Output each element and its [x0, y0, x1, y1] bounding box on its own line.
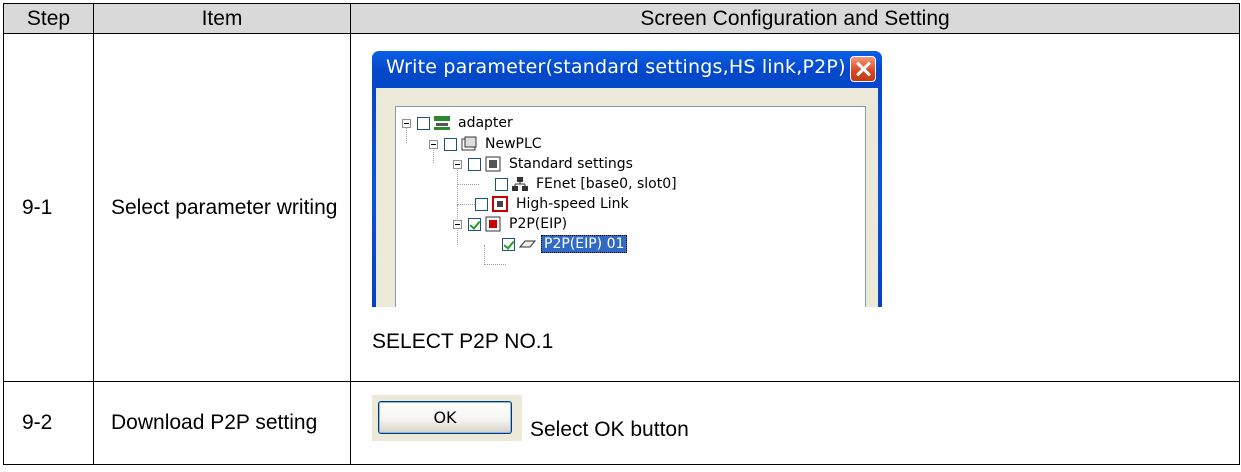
procedure-table: Step Item Screen Configuration and Setti…: [3, 3, 1240, 465]
checkbox-newplc[interactable]: [444, 137, 457, 151]
close-icon[interactable]: [850, 56, 876, 82]
table-row: 9-2 Download P2P setting OK Select OK bu…: [3, 381, 1240, 465]
checkbox-p2p-eip[interactable]: [468, 217, 481, 231]
tree-label: FEnet [base0, slot0]: [536, 176, 677, 192]
tree-node-p2p-eip[interactable]: P2P(EIP): [453, 214, 569, 234]
screen-cell: Write parameter(standard settings,HS lin…: [350, 33, 1240, 382]
header-row: Step Item Screen Configuration and Setti…: [3, 3, 1240, 34]
dialog-body: adapter NewPLC Standard settings FEnet […: [376, 88, 878, 307]
collapse-icon[interactable]: [402, 118, 411, 128]
tree-label: High-speed Link: [516, 196, 629, 212]
item-cell: Select parameter writing: [93, 33, 351, 382]
fenet-icon: [511, 176, 529, 192]
tree-label-selected: P2P(EIP) 01: [541, 235, 628, 253]
tree-node-high-speed-link[interactable]: High-speed Link: [475, 194, 631, 214]
tree-label: NewPLC: [485, 136, 542, 152]
write-parameter-dialog: Write parameter(standard settings,HS lin…: [372, 51, 882, 307]
plc-icon: [460, 136, 478, 152]
hs-link-icon: [491, 196, 509, 212]
checkbox-standard-settings[interactable]: [468, 157, 481, 171]
ok-caption: Select OK button: [530, 418, 689, 441]
header-step: Step: [3, 3, 94, 34]
checkbox-adapter[interactable]: [417, 116, 430, 130]
network-icon: [433, 115, 451, 131]
tree-label: Standard settings: [509, 156, 633, 172]
tree-node-standard-settings[interactable]: Standard settings: [453, 154, 635, 174]
dialog-title: Write parameter(standard settings,HS lin…: [386, 56, 846, 78]
step-cell: 9-1: [3, 33, 94, 382]
tree-node-p2p-eip-01[interactable]: P2P(EIP) 01: [502, 234, 628, 254]
table-row: 9-1 Select parameter writing Write param…: [3, 33, 1240, 382]
tree-label: adapter: [458, 115, 513, 131]
select-caption: SELECT P2P NO.1: [372, 330, 554, 353]
checkbox-p2p-eip-01[interactable]: [502, 237, 515, 251]
header-item: Item: [93, 3, 351, 34]
collapse-icon[interactable]: [453, 219, 462, 229]
header-screen: Screen Configuration and Setting: [350, 3, 1240, 34]
item-cell: Download P2P setting: [93, 381, 351, 465]
tree-label: P2P(EIP): [509, 216, 568, 232]
tree-node-newplc[interactable]: NewPLC: [429, 134, 544, 154]
tree-node-fenet[interactable]: FEnet [base0, slot0]: [495, 174, 679, 194]
collapse-icon[interactable]: [453, 159, 462, 169]
checkbox-high-speed-link[interactable]: [475, 197, 488, 211]
p2p-module-icon: [484, 216, 502, 232]
screen-cell: OK Select OK button: [350, 381, 1240, 465]
ok-button-area: OK: [372, 395, 522, 441]
settings-module-icon: [484, 156, 502, 172]
parameter-tree: adapter NewPLC Standard settings FEnet […: [395, 106, 866, 307]
collapse-icon[interactable]: [429, 139, 438, 149]
checkbox-fenet[interactable]: [495, 177, 508, 191]
ok-button[interactable]: OK: [378, 401, 512, 434]
tree-node-adapter[interactable]: adapter: [402, 113, 515, 133]
p2p-block-icon: [518, 236, 536, 252]
step-cell: 9-2: [3, 381, 94, 465]
